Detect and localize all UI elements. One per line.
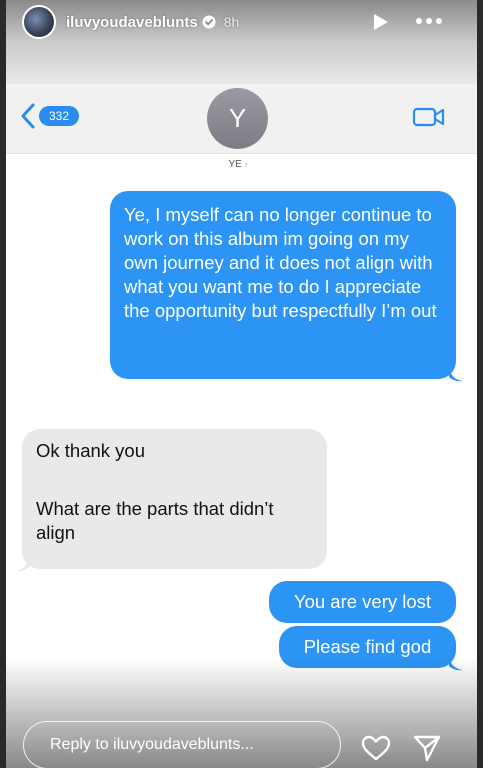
bubble-tail (449, 368, 463, 382)
message-line: Ok thank you (36, 440, 146, 461)
more-icon[interactable] (414, 12, 444, 30)
verified-icon (202, 15, 216, 29)
back-chevron-icon[interactable] (20, 103, 36, 129)
message-bubble-outgoing: You are very lost (269, 581, 456, 623)
video-call-icon[interactable] (412, 105, 446, 129)
contact-avatar[interactable]: Y (207, 88, 268, 149)
heart-icon[interactable] (361, 735, 391, 761)
contact-name-label: YE (228, 159, 242, 170)
send-icon[interactable] (412, 733, 442, 763)
story-reply-input[interactable]: Reply to iluvyoudaveblunts... (23, 721, 341, 768)
contact-name[interactable]: YE › (218, 157, 258, 171)
play-icon[interactable] (369, 11, 391, 33)
message-line: What are the parts that didn’t align (36, 498, 274, 543)
message-bubble-outgoing: Ye, I myself can no longer continue to w… (110, 191, 456, 379)
chevron-right-icon: › (244, 159, 248, 169)
message-bubble-incoming: Ok thank you What are the parts that did… (22, 429, 327, 569)
story-username[interactable]: iluvyoudaveblunts (66, 14, 198, 31)
message-line-gap (36, 463, 313, 497)
story-frame: 332 Y YE › Ye, I myself can no longer co… (0, 0, 483, 768)
bubble-tail (15, 558, 29, 572)
story-timestamp: 8h (223, 14, 240, 30)
avatar[interactable] (22, 5, 56, 39)
story-edge-right (477, 0, 483, 768)
reply-placeholder: Reply to iluvyoudaveblunts... (50, 736, 254, 753)
unread-count-badge[interactable]: 332 (39, 106, 79, 126)
story-header: iluvyoudaveblunts 8h (0, 0, 483, 44)
